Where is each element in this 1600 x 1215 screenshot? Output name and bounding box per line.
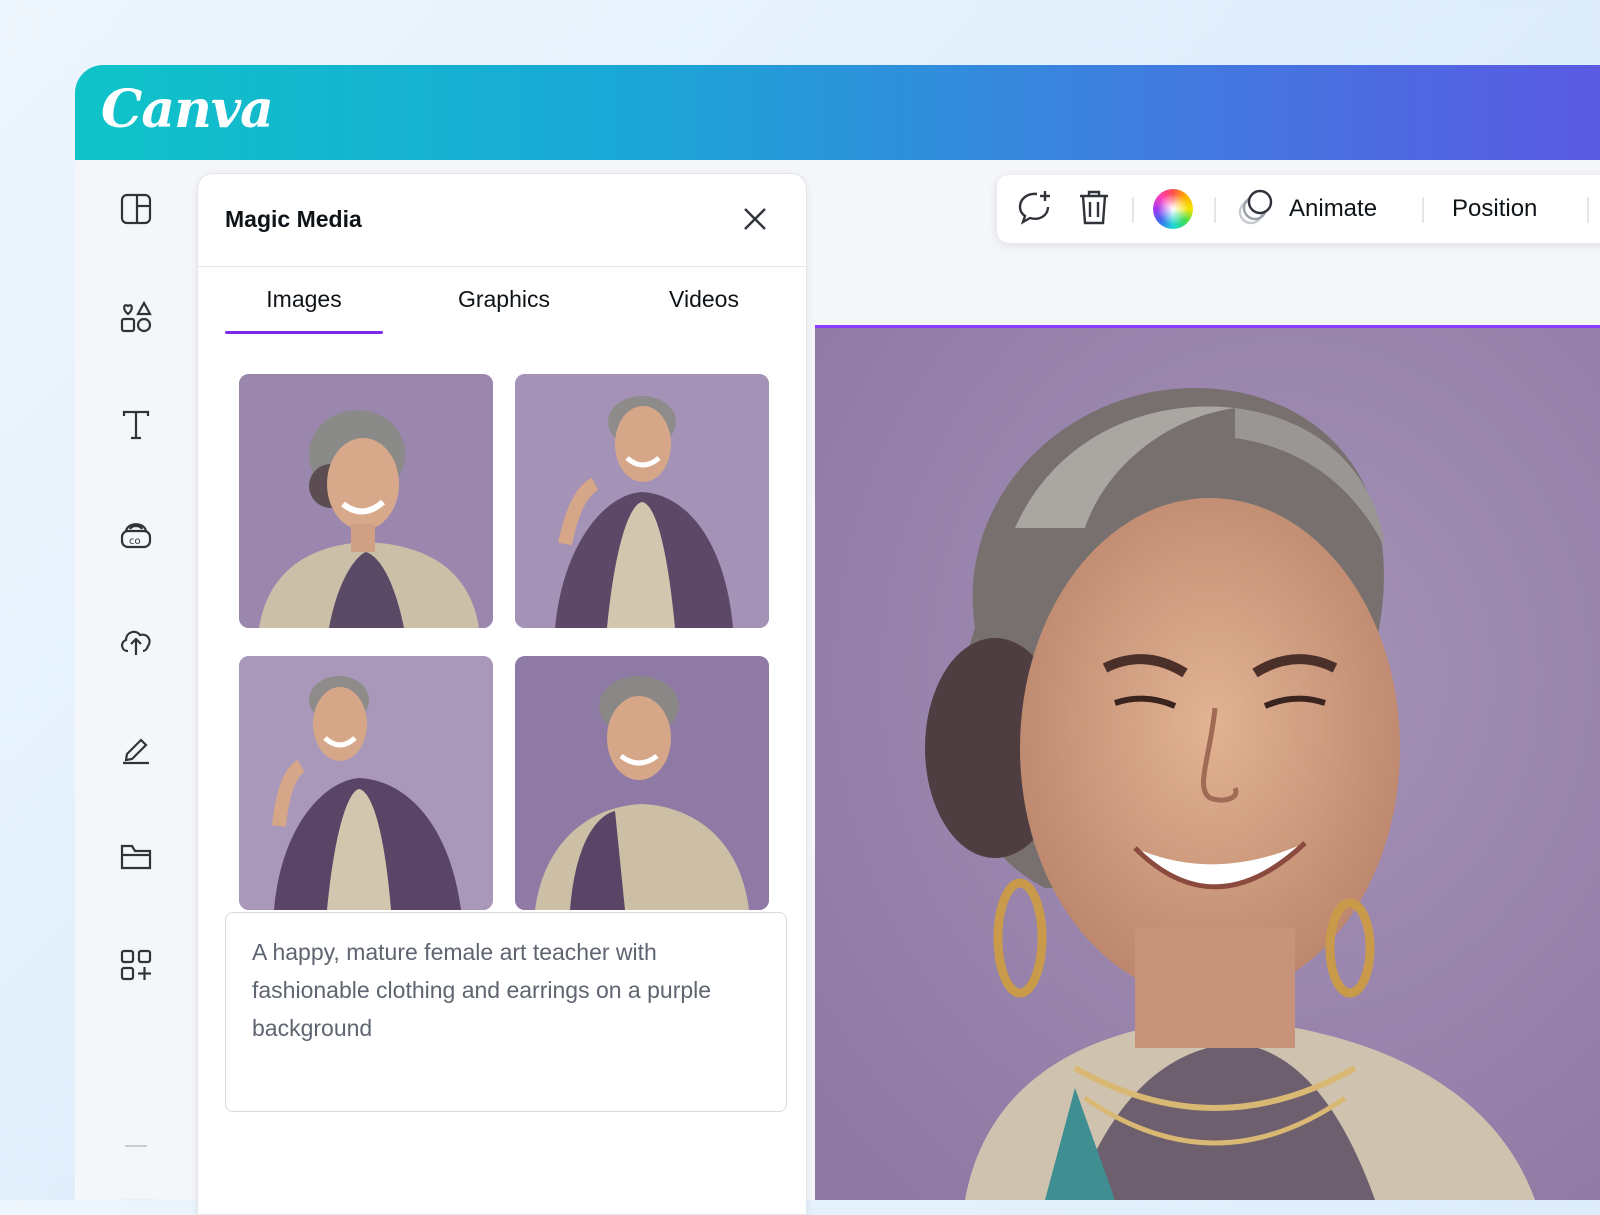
close-button[interactable] xyxy=(738,204,772,238)
add-comment-icon xyxy=(1015,188,1053,231)
color-button[interactable] xyxy=(1153,175,1193,243)
tab-videos[interactable]: Videos xyxy=(625,286,783,313)
animate-button[interactable]: Animate xyxy=(1237,175,1377,243)
sidebar: co xyxy=(75,160,197,1200)
sidebar-divider xyxy=(125,1145,147,1147)
panel-title: Magic Media xyxy=(225,206,362,232)
apps-icon[interactable] xyxy=(111,940,161,990)
element-toolbar: Animate Position xyxy=(997,175,1600,243)
app-header: Canva xyxy=(75,65,1600,160)
close-icon xyxy=(742,206,768,237)
tab-graphics[interactable]: Graphics xyxy=(425,286,583,313)
canva-logo[interactable]: Canva xyxy=(101,79,274,140)
generated-image-2[interactable] xyxy=(515,374,769,628)
color-wheel-icon xyxy=(1153,189,1193,229)
prompt-input[interactable]: A happy, mature female art teacher with … xyxy=(225,912,787,1112)
position-label: Position xyxy=(1452,195,1538,222)
svg-text:co: co xyxy=(129,536,141,547)
position-button[interactable]: Position xyxy=(1452,175,1537,243)
trash-icon xyxy=(1077,188,1111,231)
panel-divider xyxy=(198,266,806,267)
generated-image-1[interactable] xyxy=(239,374,493,628)
brand-icon[interactable]: co xyxy=(111,508,161,558)
generated-image-4[interactable] xyxy=(515,656,769,910)
magic-media-panel: Magic Media Images Graphics Videos A hap… xyxy=(197,173,807,1215)
elements-icon[interactable] xyxy=(111,292,161,342)
toolbar-divider xyxy=(1132,197,1134,223)
tab-images[interactable]: Images xyxy=(225,286,383,313)
design-icon[interactable] xyxy=(111,184,161,234)
toolbar-divider xyxy=(1422,197,1424,223)
toolbar-divider xyxy=(1587,197,1589,223)
animate-label: Animate xyxy=(1289,195,1378,222)
comment-button[interactable] xyxy=(1015,175,1053,243)
draw-icon[interactable] xyxy=(111,724,161,774)
animate-icon xyxy=(1237,188,1275,231)
active-tab-indicator xyxy=(225,331,383,334)
projects-icon[interactable] xyxy=(111,832,161,882)
delete-button[interactable] xyxy=(1077,175,1111,243)
text-icon[interactable] xyxy=(111,400,161,450)
generated-image-3[interactable] xyxy=(239,656,493,910)
canvas-photo[interactable] xyxy=(815,328,1600,1200)
uploads-icon[interactable] xyxy=(111,616,161,666)
toolbar-divider xyxy=(1214,197,1216,223)
